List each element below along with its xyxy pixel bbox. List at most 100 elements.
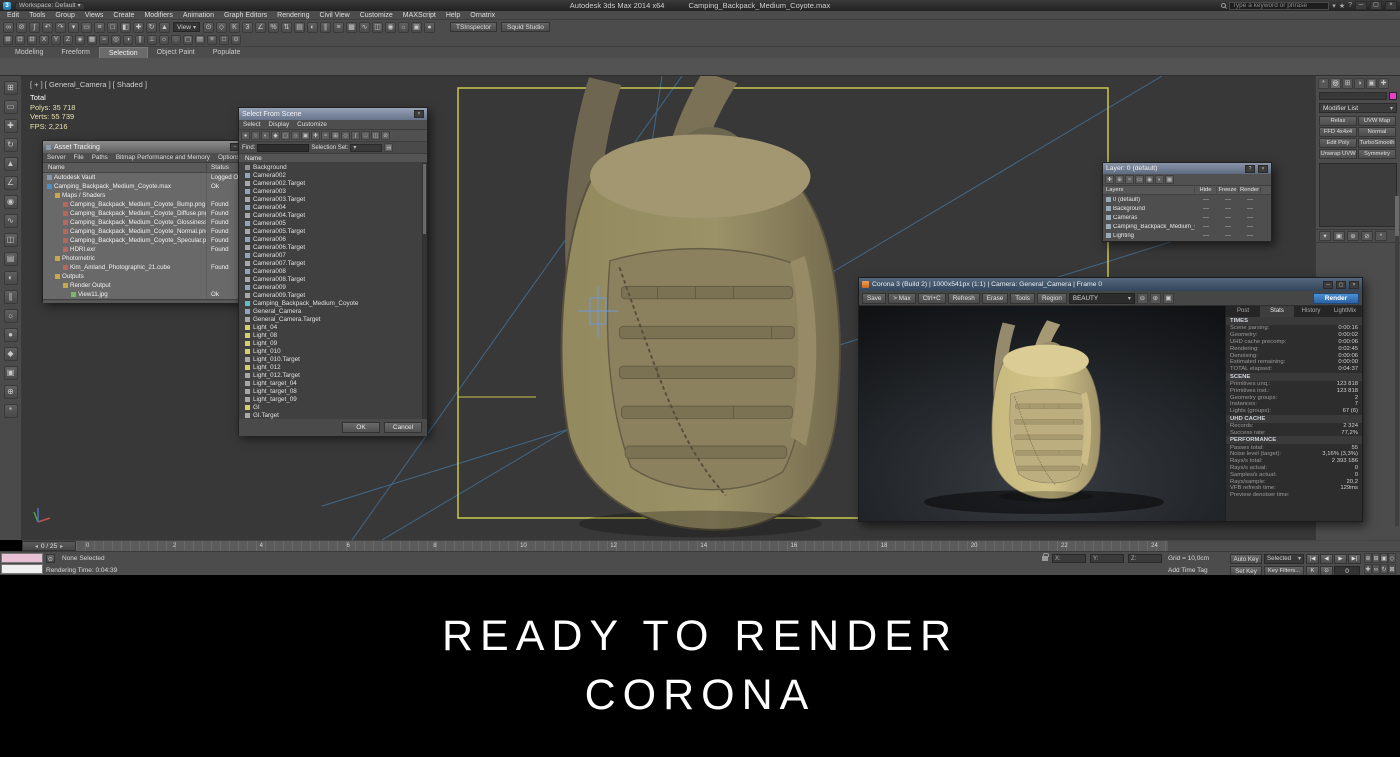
coordinate-x-field[interactable]: X: [1052, 554, 1086, 563]
layer-properties-icon[interactable]: ▤ [195, 35, 205, 45]
asset-row[interactable]: View11.jpg Ok [43, 290, 269, 299]
freeze-all-layers-icon[interactable]: ▦ [1165, 175, 1174, 184]
menu-item[interactable]: Customize [355, 12, 398, 19]
display-groups-icon[interactable]: ⊞ [331, 131, 340, 140]
layer-icon[interactable]: ▤ [4, 252, 18, 266]
set-current-layer-icon[interactable]: ◉ [1145, 175, 1154, 184]
infocenter-search-input[interactable] [1229, 2, 1329, 10]
asset-row[interactable]: Render Output [43, 281, 269, 290]
asset-tracking-menu-item[interactable]: Bitmap Performance and Memory [112, 154, 214, 161]
ribbon-tab[interactable]: Populate [204, 47, 250, 58]
channel-selector[interactable]: BEAUTY [1069, 293, 1135, 304]
delete-layer-icon[interactable]: × [1125, 175, 1134, 184]
zoom-in-icon[interactable]: ⊕ [1150, 293, 1161, 304]
name-column-header[interactable]: Name [239, 154, 427, 163]
render-button[interactable]: Render [1313, 293, 1359, 304]
layer-row[interactable]: Camping_Backpack_Medium_Coyote ——— [1103, 222, 1271, 231]
modifier-list-dropdown[interactable]: Modifier List [1319, 103, 1397, 113]
max-logo-icon[interactable]: 3 [3, 2, 11, 10]
cancel-button[interactable]: Cancel [384, 422, 422, 433]
scene-object-row[interactable]: Light_target_04 [239, 379, 427, 387]
axis-x-icon[interactable]: X [39, 35, 49, 45]
menu-item[interactable]: Modifiers [139, 12, 177, 19]
asset-row[interactable]: Camping_Backpack_Medium_Coyote_Bump.png … [43, 200, 269, 209]
display-cameras-icon[interactable]: ▣ [301, 131, 310, 140]
asset-row[interactable]: HDRI.exr Found [43, 245, 269, 254]
light-icon[interactable]: ◆ [4, 347, 18, 361]
spacing-tool-icon[interactable]: ≈ [99, 35, 109, 45]
scene-object-row[interactable]: Camera006.Target [239, 243, 427, 251]
asset-tracking-menu-item[interactable]: File [70, 154, 88, 161]
make-unique-icon[interactable]: ⊕ [1347, 231, 1359, 241]
window-crossing-icon[interactable]: ◧ [120, 22, 131, 33]
select-icon[interactable]: ▭ [4, 100, 18, 114]
keyboard-override-icon[interactable]: K [229, 22, 240, 33]
material-editor-icon[interactable]: ◉ [385, 22, 396, 33]
time-configuration-icon[interactable]: ⊙ [1320, 566, 1333, 576]
axis-y-icon[interactable]: Y [51, 35, 61, 45]
create-new-layer-icon[interactable]: ✚ [1105, 175, 1114, 184]
coordinate-z-field[interactable]: Z: [1128, 554, 1162, 563]
field-of-view-icon[interactable]: ◇ [1388, 553, 1396, 563]
column-status[interactable]: Status [207, 164, 229, 171]
graphite-ribbon-icon[interactable]: ▦ [346, 22, 357, 33]
menu-item[interactable]: Tools [24, 12, 50, 19]
scene-object-row[interactable]: Camping_Backpack_Medium_Coyote [239, 299, 427, 307]
selection-set-combo[interactable]: Selected [1264, 554, 1304, 564]
rotate-icon[interactable]: ↻ [4, 138, 18, 152]
display-xrefs-icon[interactable]: ◇ [341, 131, 350, 140]
menu-item[interactable]: Group [50, 12, 79, 19]
render-icon[interactable]: ● [4, 328, 18, 342]
asset-row[interactable]: Camping_Backpack_Medium_Coyote.max Ok [43, 182, 269, 191]
scene-object-row[interactable]: Camera009.Target [239, 291, 427, 299]
axis-z-icon[interactable]: Z [63, 35, 73, 45]
motion-tab-icon[interactable]: ◑ [1354, 78, 1365, 89]
maximize-button[interactable] [1336, 281, 1346, 289]
scene-object-row[interactable]: Camera006 [239, 235, 427, 243]
corona-toolbar-button[interactable]: Erase [982, 293, 1008, 304]
stats-tab[interactable]: Stats [1260, 306, 1294, 317]
rectangular-selection-region-icon[interactable]: □ [107, 22, 118, 33]
scene-object-row[interactable]: Camera009 [239, 283, 427, 291]
display-bones-icon[interactable]: ∫ [351, 131, 360, 140]
minimize-button[interactable] [1323, 281, 1333, 289]
plugin-toolbar-button[interactable]: Squid Studio [501, 22, 550, 32]
modify-tab-icon[interactable]: ◎ [1330, 78, 1341, 89]
display-invert-icon[interactable]: ◐ [261, 131, 270, 140]
ok-button[interactable]: OK [342, 422, 380, 433]
menu-item[interactable]: Rendering [272, 12, 314, 19]
show-end-result-icon[interactable]: ▣ [1333, 231, 1345, 241]
layer-column-header[interactable]: Freeze [1217, 187, 1239, 193]
scene-object-row[interactable]: Light_012.Target [239, 371, 427, 379]
scene-object-row[interactable]: Light_012 [239, 363, 427, 371]
modifier-button[interactable]: Symmetry [1358, 149, 1396, 159]
align-icon[interactable]: ∥ [320, 22, 331, 33]
modifier-button[interactable]: Normal [1358, 127, 1396, 137]
scene-object-row[interactable]: Camera005 [239, 219, 427, 227]
corona-toolbar-button[interactable]: Tools [1010, 293, 1035, 304]
scene-object-row[interactable]: Camera004 [239, 203, 427, 211]
pan-view-icon[interactable]: ✚ [1364, 564, 1372, 574]
panel-scrollbar[interactable] [1395, 196, 1399, 526]
previous-frame-icon[interactable]: ◀ [1320, 554, 1333, 564]
scene-object-row[interactable]: Light_target_09 [239, 395, 427, 403]
selection-filter-icon[interactable]: ▾ [68, 22, 79, 33]
stats-tab[interactable]: History [1294, 306, 1328, 317]
render-setup-icon[interactable]: ☼ [4, 309, 18, 323]
time-configuration-icon[interactable]: ⊙ [231, 35, 241, 45]
workspace-selector[interactable]: Workspace: Default [15, 2, 85, 10]
bind-to-spacewarp-icon[interactable]: ∫ [29, 22, 40, 33]
layer-row[interactable]: Cameras ——— [1103, 213, 1271, 222]
previous-frame-arrow-icon[interactable] [35, 543, 38, 550]
asset-row[interactable]: Camping_Backpack_Medium_Coyote_Diffuse.p… [43, 209, 269, 218]
snap-to-grid-icon[interactable]: ⊞ [3, 35, 13, 45]
go-to-end-icon[interactable]: ▶| [1348, 554, 1361, 564]
add-selection-to-layer-icon[interactable]: ⊕ [1115, 175, 1124, 184]
select-object-icon[interactable]: ▭ [81, 22, 92, 33]
window-resize-bar[interactable] [43, 299, 269, 303]
utilities-icon[interactable]: * [4, 404, 18, 418]
favorites-icon[interactable]: ★ [1339, 2, 1345, 10]
dialog-menu-item[interactable]: Customize [293, 121, 331, 128]
modifier-button[interactable]: Unwrap UVW [1319, 149, 1357, 159]
helpers-icon[interactable]: ⊕ [4, 385, 18, 399]
